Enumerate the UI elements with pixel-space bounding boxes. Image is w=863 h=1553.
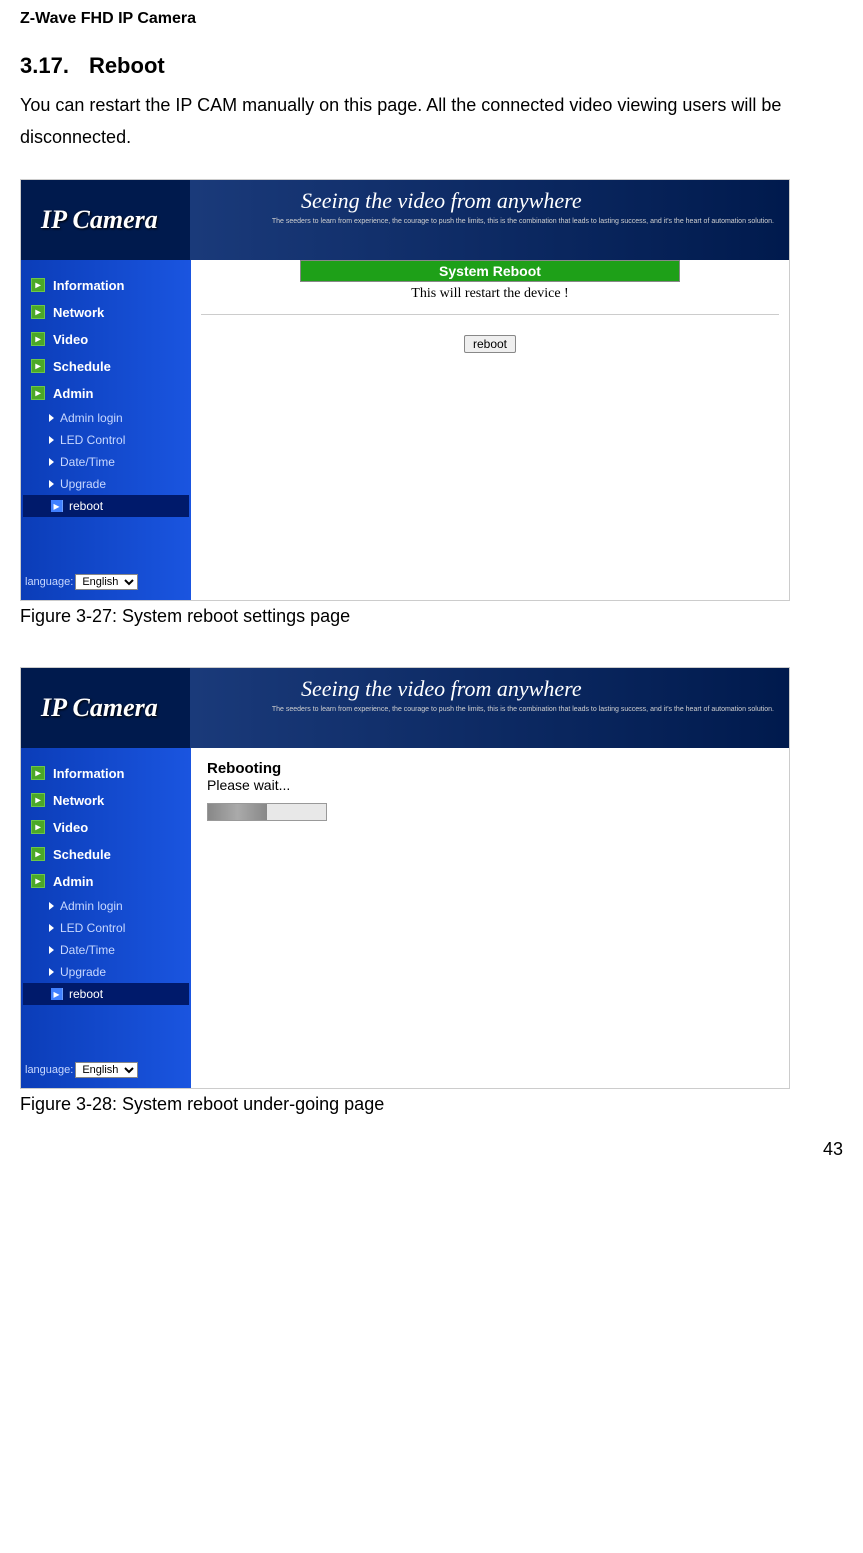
nav-icon: ▸ bbox=[31, 793, 45, 807]
nav-information[interactable]: ▸ Information bbox=[21, 760, 191, 787]
nav-icon: ▸ bbox=[31, 820, 45, 834]
tagline: Seeing the video from anywhere bbox=[301, 676, 582, 702]
subnav-led-control[interactable]: LED Control bbox=[21, 917, 191, 939]
nav-network[interactable]: ▸ Network bbox=[21, 299, 191, 326]
nav-label: Network bbox=[53, 793, 104, 808]
rebooting-title: Rebooting bbox=[207, 760, 779, 777]
subnav-label: reboot bbox=[69, 987, 103, 1001]
figure-caption-1: Figure 3-27: System reboot settings page bbox=[20, 606, 843, 627]
nav-admin[interactable]: ▸ Admin bbox=[21, 868, 191, 895]
main-panel: Rebooting Please wait... bbox=[191, 748, 789, 1088]
nav-schedule[interactable]: ▸ Schedule bbox=[21, 353, 191, 380]
subnav-admin-login[interactable]: Admin login bbox=[21, 895, 191, 917]
screenshot-rebooting: IP Camera Seeing the video from anywhere… bbox=[20, 667, 790, 1089]
nav-information[interactable]: ▸ Information bbox=[21, 272, 191, 299]
logo-text: IP Camera bbox=[41, 205, 158, 235]
subnav-label: Date/Time bbox=[60, 455, 115, 469]
language-row: language: English bbox=[25, 574, 138, 590]
nav-label: Admin bbox=[53, 874, 93, 889]
nav-video[interactable]: ▸ Video bbox=[21, 326, 191, 353]
subnav-label: Upgrade bbox=[60, 965, 106, 979]
nav-label: Network bbox=[53, 305, 104, 320]
nav-schedule[interactable]: ▸ Schedule bbox=[21, 841, 191, 868]
subnav-label: Admin login bbox=[60, 411, 123, 425]
nav-label: Video bbox=[53, 332, 88, 347]
nav-label: Admin bbox=[53, 386, 93, 401]
progress-fill bbox=[208, 804, 267, 820]
arrow-icon bbox=[49, 480, 54, 488]
section-title: 3.17. Reboot bbox=[20, 53, 843, 79]
nav-label: Schedule bbox=[53, 359, 111, 374]
progress-bar bbox=[207, 803, 327, 821]
subnav-label: Admin login bbox=[60, 899, 123, 913]
active-icon: ▸ bbox=[51, 500, 63, 512]
nav-icon: ▸ bbox=[31, 874, 45, 888]
page-number: 43 bbox=[823, 1139, 843, 1160]
subnav-label: LED Control bbox=[60, 921, 125, 935]
arrow-icon bbox=[49, 458, 54, 466]
nav-network[interactable]: ▸ Network bbox=[21, 787, 191, 814]
reboot-header: System Reboot bbox=[300, 260, 680, 282]
language-label: language: bbox=[25, 1064, 73, 1076]
nav-icon: ▸ bbox=[31, 332, 45, 346]
subnav-label: Upgrade bbox=[60, 477, 106, 491]
subnav-date-time[interactable]: Date/Time bbox=[21, 939, 191, 961]
nav-admin[interactable]: ▸ Admin bbox=[21, 380, 191, 407]
nav-icon: ▸ bbox=[31, 847, 45, 861]
subnav-upgrade[interactable]: Upgrade bbox=[21, 961, 191, 983]
subnav-date-time[interactable]: Date/Time bbox=[21, 451, 191, 473]
banner: IP Camera Seeing the video from anywhere… bbox=[21, 668, 789, 748]
arrow-icon bbox=[49, 436, 54, 444]
language-select[interactable]: English bbox=[75, 574, 138, 590]
language-select[interactable]: English bbox=[75, 1062, 138, 1078]
section-name: Reboot bbox=[89, 53, 165, 78]
subnav-label: Date/Time bbox=[60, 943, 115, 957]
language-row: language: English bbox=[25, 1062, 138, 1078]
section-number: 3.17. bbox=[20, 53, 69, 79]
figure-caption-2: Figure 3-28: System reboot under-going p… bbox=[20, 1094, 843, 1115]
nav-label: Schedule bbox=[53, 847, 111, 862]
subnav-reboot[interactable]: ▸ reboot bbox=[23, 983, 189, 1005]
reboot-message: This will restart the device ! bbox=[201, 282, 779, 306]
sidebar: ▸ Information ▸ Network ▸ Video ▸ Schedule ▸… bbox=[21, 748, 191, 1088]
logo-text: IP Camera bbox=[41, 693, 158, 723]
divider bbox=[201, 314, 779, 315]
arrow-icon bbox=[49, 946, 54, 954]
main-panel: System Reboot This will restart the devi… bbox=[191, 260, 789, 600]
tagline: Seeing the video from anywhere bbox=[301, 188, 582, 214]
document-header: Z-Wave FHD IP Camera bbox=[20, 10, 843, 28]
banner: IP Camera Seeing the video from anywhere… bbox=[21, 180, 789, 260]
active-icon: ▸ bbox=[51, 988, 63, 1000]
arrow-icon bbox=[49, 414, 54, 422]
nav-icon: ▸ bbox=[31, 359, 45, 373]
arrow-icon bbox=[49, 924, 54, 932]
subnav-led-control[interactable]: LED Control bbox=[21, 429, 191, 451]
intro-paragraph: You can restart the IP CAM manually on t… bbox=[20, 89, 843, 154]
sidebar: ▸ Information ▸ Network ▸ Video ▸ Schedule ▸… bbox=[21, 260, 191, 600]
subnav-upgrade[interactable]: Upgrade bbox=[21, 473, 191, 495]
arrow-icon bbox=[49, 902, 54, 910]
nav-icon: ▸ bbox=[31, 278, 45, 292]
reboot-button[interactable]: reboot bbox=[464, 335, 516, 353]
subnav-reboot[interactable]: ▸ reboot bbox=[23, 495, 189, 517]
nav-icon: ▸ bbox=[31, 305, 45, 319]
subnav-admin-login[interactable]: Admin login bbox=[21, 407, 191, 429]
screenshot-reboot-settings: IP Camera Seeing the video from anywhere… bbox=[20, 179, 790, 601]
nav-label: Video bbox=[53, 820, 88, 835]
arrow-icon bbox=[49, 968, 54, 976]
sub-tagline: The seeders to learn from experience, th… bbox=[272, 706, 774, 714]
nav-icon: ▸ bbox=[31, 386, 45, 400]
language-label: language: bbox=[25, 576, 73, 588]
nav-icon: ▸ bbox=[31, 766, 45, 780]
subnav-label: LED Control bbox=[60, 433, 125, 447]
nav-video[interactable]: ▸ Video bbox=[21, 814, 191, 841]
subnav-label: reboot bbox=[69, 499, 103, 513]
nav-label: Information bbox=[53, 278, 125, 293]
rebooting-wait-text: Please wait... bbox=[207, 777, 779, 793]
sub-tagline: The seeders to learn from experience, th… bbox=[272, 218, 774, 226]
nav-label: Information bbox=[53, 766, 125, 781]
